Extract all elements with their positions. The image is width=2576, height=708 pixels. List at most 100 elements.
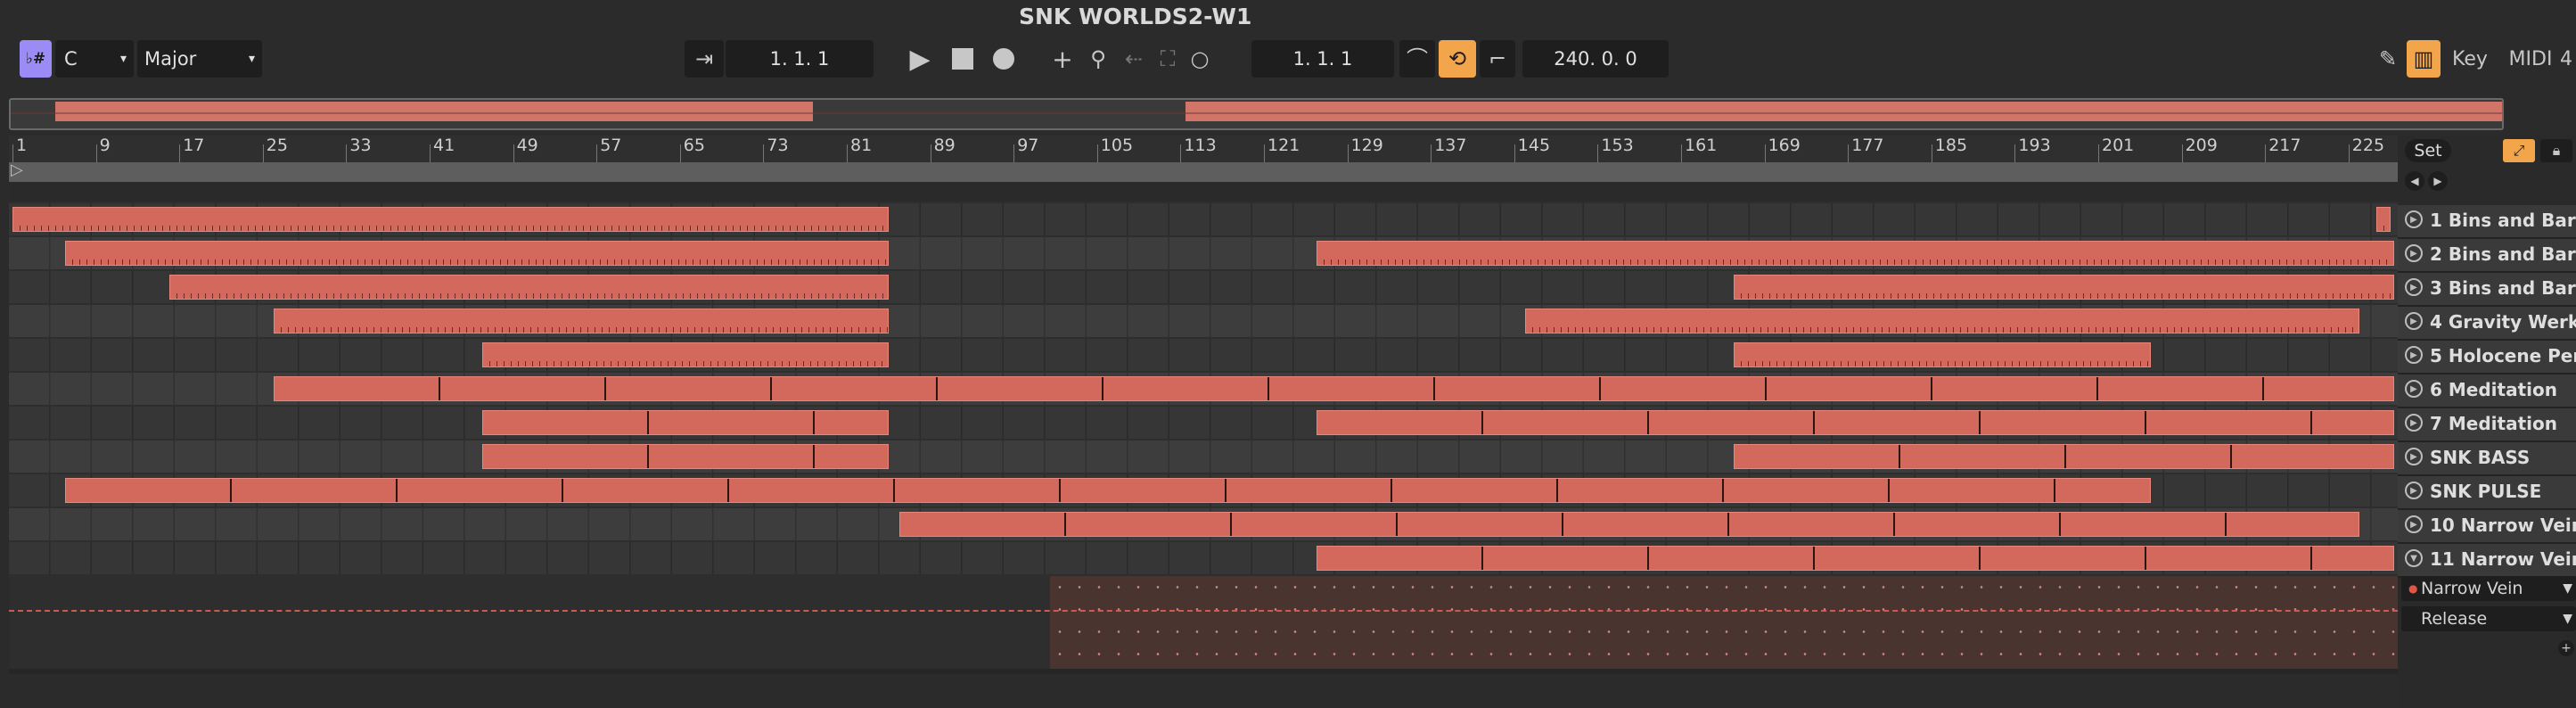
- computer-midi-keyboard-button[interactable]: ▥: [2407, 40, 2441, 78]
- audio-clip[interactable]: [481, 410, 889, 435]
- scale-mode-button[interactable]: ♭#: [20, 40, 52, 78]
- audio-clip[interactable]: [1733, 444, 2394, 469]
- play-button[interactable]: ▶: [900, 40, 939, 78]
- track-header[interactable]: ▶ 6 Meditation: [2398, 375, 2576, 408]
- track-header[interactable]: ▶ SNK PULSE: [2398, 476, 2576, 510]
- midi-clip[interactable]: [273, 309, 889, 333]
- punch-in-button[interactable]: ⌒: [1399, 40, 1435, 78]
- arrow-left-icon: ◀: [2410, 175, 2419, 187]
- ruler-tick: [1764, 144, 1766, 162]
- fold-closed-icon[interactable]: ▶: [2405, 312, 2423, 330]
- loop-length-field[interactable]: 240. 0. 0: [1522, 40, 1669, 78]
- fold-closed-icon[interactable]: ▶: [2405, 448, 2423, 465]
- ruler-label: 201: [2102, 136, 2135, 155]
- beat-time-ruler[interactable]: 1 9 17 25 33 41 49 57 65 73 81 89 97 105 113 121 129 137 1…: [9, 136, 2398, 162]
- loop-switch-button[interactable]: ⟲: [1439, 40, 1476, 78]
- track-lane[interactable]: [9, 271, 2398, 303]
- audio-clip[interactable]: [273, 376, 2394, 401]
- track-lane[interactable]: [9, 339, 2398, 371]
- midi-clip[interactable]: [481, 342, 889, 367]
- fold-closed-icon[interactable]: ▶: [2405, 482, 2423, 499]
- audio-clip[interactable]: [64, 478, 2151, 503]
- track-lane[interactable]: [9, 237, 2398, 269]
- track-lane[interactable]: [9, 203, 2398, 235]
- midi-clip[interactable]: [1733, 275, 2394, 300]
- session-record-button[interactable]: ○: [1180, 40, 1219, 78]
- track-header[interactable]: ▶ 7 Meditation: [2398, 408, 2576, 442]
- track-lane[interactable]: [9, 407, 2398, 439]
- midi-clip[interactable]: [2376, 207, 2391, 232]
- track-header[interactable]: ▶ 10 Narrow Vein: [2398, 510, 2576, 544]
- automation-parameter-chooser[interactable]: Release ▼: [2401, 606, 2576, 631]
- key-map-button[interactable]: Key: [2444, 40, 2496, 78]
- ruler-label: 97: [1017, 136, 1039, 155]
- loop-start-field[interactable]: 1. 1. 1: [1251, 40, 1394, 78]
- automation-line[interactable]: [9, 610, 2398, 612]
- fold-open-icon[interactable]: ▼: [2405, 549, 2423, 567]
- track-name: 3 Bins and Barrels: [2430, 277, 2576, 299]
- track-header[interactable]: ▶ SNK BASS: [2398, 442, 2576, 476]
- track-header[interactable]: ▶ 1 Bins and Barrels: [2398, 205, 2576, 239]
- add-button[interactable]: +: [1043, 40, 1082, 78]
- next-locator-button[interactable]: ▶: [2428, 171, 2448, 191]
- scale-mode-select[interactable]: Major ▾: [137, 40, 262, 78]
- midi-clip[interactable]: [1733, 342, 2151, 367]
- track-lane[interactable]: [9, 305, 2398, 337]
- locator-row[interactable]: [9, 182, 2398, 202]
- ruler-tick: [847, 144, 848, 162]
- fold-closed-icon[interactable]: ▶: [2405, 278, 2423, 296]
- midi-clip[interactable]: [1316, 241, 2394, 266]
- ruler-tick: [1514, 144, 1515, 162]
- draw-mode-button[interactable]: ✎: [2371, 40, 2405, 78]
- automation-arm-button[interactable]: ⚲: [1079, 40, 1118, 78]
- follow-button[interactable]: ⇥: [685, 40, 724, 78]
- track-name: 11 Narrow Vein: [2430, 548, 2576, 570]
- track-header[interactable]: ▶ 2 Bins and Barrels: [2398, 239, 2576, 273]
- arrangement-position-field[interactable]: 1. 1. 1: [726, 40, 874, 78]
- audio-clip[interactable]: [898, 512, 2359, 537]
- track-lane[interactable]: [9, 373, 2398, 405]
- scale-key-select[interactable]: C ▾: [55, 40, 134, 78]
- track-lane[interactable]: [9, 508, 2398, 540]
- track-header[interactable]: ▶ 4 Gravity Werks: [2398, 307, 2576, 341]
- add-automation-lane-button[interactable]: +: [2558, 640, 2574, 656]
- track-lane[interactable]: [9, 474, 2398, 506]
- follow-toggle[interactable]: ⤢: [2503, 139, 2535, 162]
- midi-clip[interactable]: [64, 241, 889, 266]
- ruler-label: 33: [349, 136, 372, 155]
- stop-button[interactable]: [943, 40, 982, 78]
- arrangement-view[interactable]: [9, 202, 2398, 674]
- follow-icon: ⇥: [694, 46, 714, 71]
- midi-map-button[interactable]: MIDI: [2501, 40, 2560, 78]
- previous-locator-button[interactable]: ◀: [2405, 171, 2424, 191]
- audio-clip[interactable]: [1316, 410, 2394, 435]
- fold-closed-icon[interactable]: ▶: [2405, 244, 2423, 262]
- loop-brace[interactable]: ▷: [9, 161, 2398, 182]
- midi-clip[interactable]: [168, 275, 889, 300]
- fold-closed-icon[interactable]: ▶: [2405, 346, 2423, 364]
- fold-closed-icon[interactable]: ▶: [2405, 515, 2423, 533]
- midi-clip[interactable]: [1524, 309, 2359, 333]
- track-header[interactable]: ▶ 3 Bins and Barrels: [2398, 273, 2576, 307]
- loop-length-value: 240. 0. 0: [1554, 48, 1637, 70]
- track-lane[interactable]: [9, 440, 2398, 473]
- arrangement-overview[interactable]: [9, 98, 2504, 130]
- set-button[interactable]: Set: [2405, 139, 2451, 162]
- punch-out-button[interactable]: ⌐: [1480, 40, 1515, 78]
- fold-closed-icon[interactable]: ▶: [2405, 414, 2423, 432]
- track-header[interactable]: ▼ 11 Narrow Vein: [2398, 544, 2576, 578]
- audio-clip[interactable]: [481, 444, 889, 469]
- track-header[interactable]: ▶ 5 Holocene Perc: [2398, 341, 2576, 375]
- ruler-tick: [179, 144, 181, 162]
- lock-button[interactable]: 🔒︎: [2540, 139, 2572, 162]
- track-lane[interactable]: [9, 542, 2398, 574]
- record-button[interactable]: [984, 40, 1023, 78]
- automation-envelope-region[interactable]: [1050, 576, 2398, 669]
- midi-clip[interactable]: [12, 207, 889, 232]
- plus-icon: +: [1052, 44, 1073, 74]
- audio-clip[interactable]: [1316, 546, 2394, 571]
- fold-closed-icon[interactable]: ▶: [2405, 210, 2423, 228]
- fold-closed-icon[interactable]: ▶: [2405, 380, 2423, 398]
- device-dot-icon: ●: [2408, 582, 2418, 595]
- automation-device-chooser[interactable]: ● Narrow Vein ▼: [2401, 576, 2576, 601]
